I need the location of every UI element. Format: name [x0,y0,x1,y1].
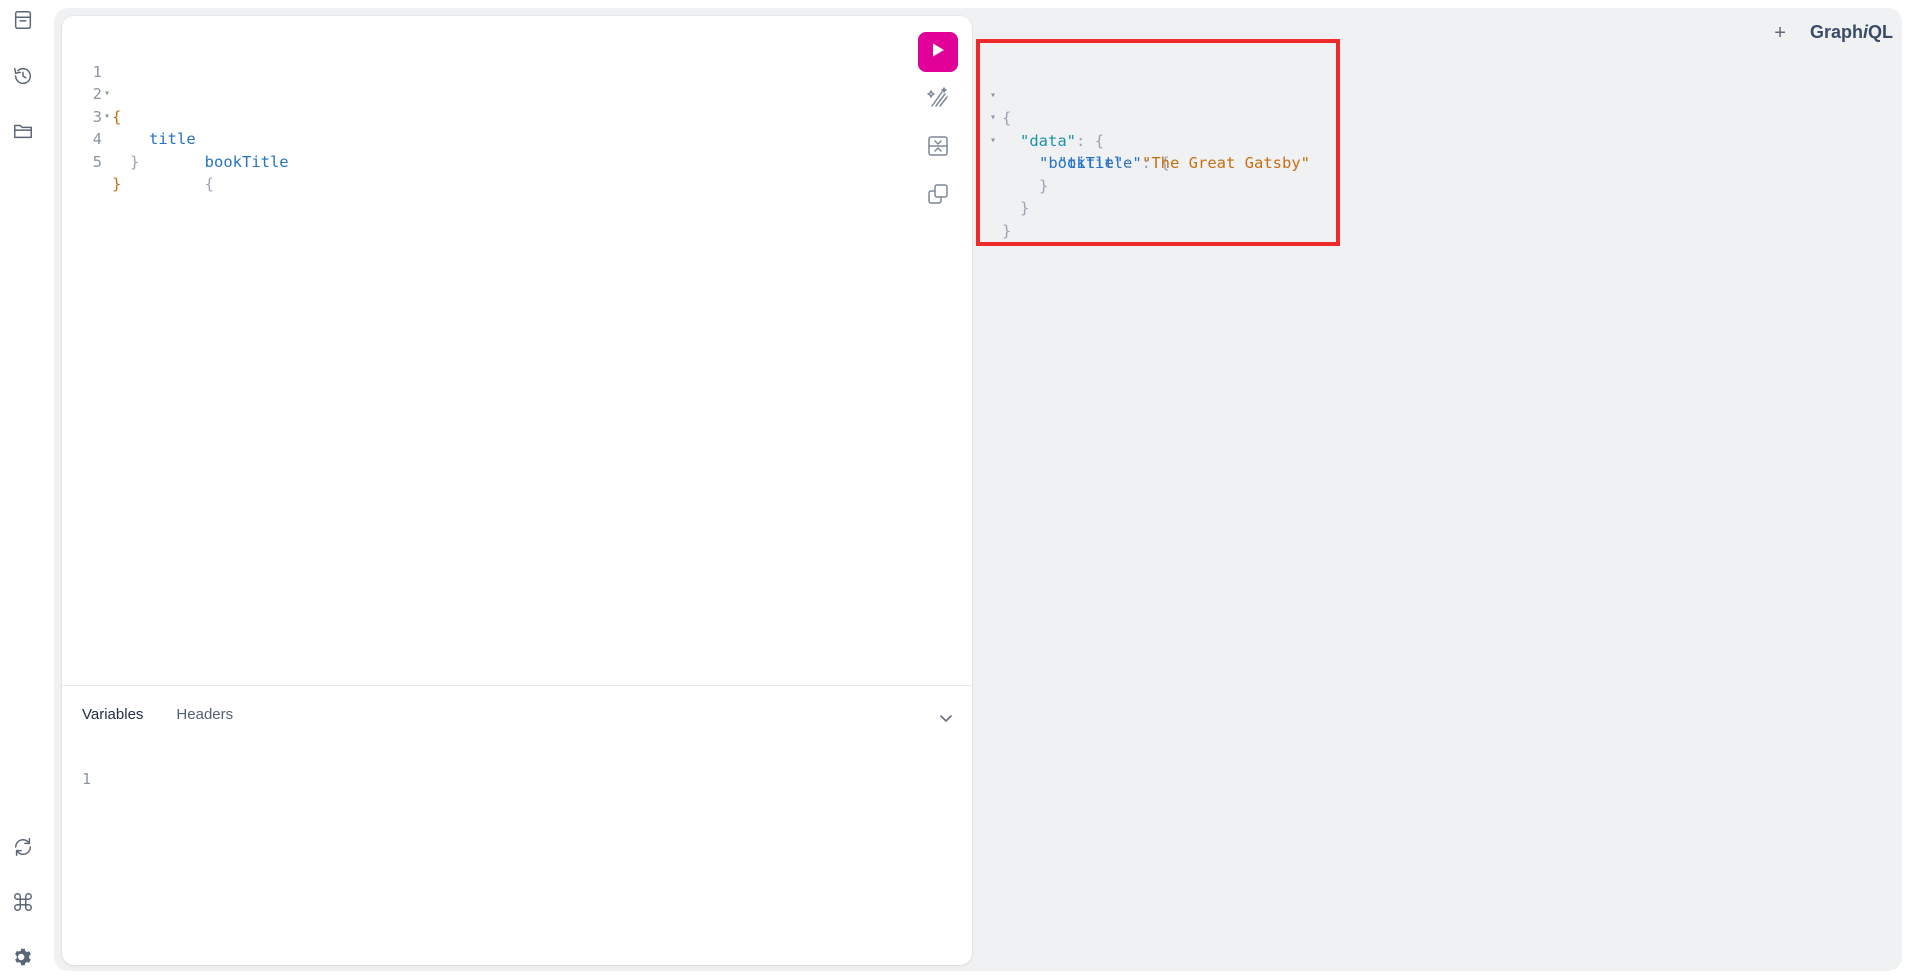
documentation-button[interactable] [8,7,38,37]
graphiql-logo: GraphiQL [1809,22,1893,42]
copy-icon [926,182,950,211]
doc-icon [12,9,34,36]
merge-fragments-icon [926,134,950,163]
line-number: 1 [82,770,92,788]
collapse-button[interactable] [938,710,954,726]
header: + GraphiQL [1774,22,1893,43]
code-line: 3 title [82,83,196,149]
query-editor-panel: 1 ▾ { 2 ▾ bookTitle { 3 title 4 } 5 } Va… [62,16,972,965]
sidebar [0,0,48,977]
add-tab-button[interactable]: + [1774,23,1786,43]
play-icon [930,42,946,63]
folder-icon [12,120,34,147]
history-icon [12,65,34,92]
history-button[interactable] [8,63,38,93]
settings-button[interactable] [8,944,38,974]
line-number: 5 [92,152,102,171]
code-brace: { [204,175,214,193]
code-line: 1 ▾ { [82,38,138,126]
code-line: 5 } [82,128,138,194]
field-name: bookTitle [204,152,289,171]
highlight-box [976,39,1340,246]
copy-button[interactable] [918,176,958,216]
refresh-icon [12,836,34,863]
gear-icon [12,946,34,973]
field-name: title [149,130,196,148]
run-button[interactable] [918,32,958,72]
prettify-icon [926,86,950,115]
command-icon [12,891,34,918]
editor-toolbar [918,32,958,216]
code-line: 4 } [82,106,140,171]
tab-headers[interactable]: Headers [176,706,233,723]
merge-fragments-button[interactable] [918,128,958,168]
chevron-down-icon [938,713,954,730]
shortcuts-button[interactable] [8,889,38,919]
variables-editor[interactable]: 1 [82,768,91,790]
divider [62,685,972,686]
tab-variables[interactable]: Variables [82,706,143,723]
variables-tabs: Variables Headers [82,706,233,723]
prettify-button[interactable] [918,80,958,120]
code-line: 2 ▾ bookTitle { [82,61,289,193]
refetch-schema-button[interactable] [8,834,38,864]
explorer-button[interactable] [8,118,38,148]
code-brace: } [112,175,122,193]
query-editor[interactable]: 1 ▾ { 2 ▾ bookTitle { 3 title 4 } 5 } [82,38,289,194]
